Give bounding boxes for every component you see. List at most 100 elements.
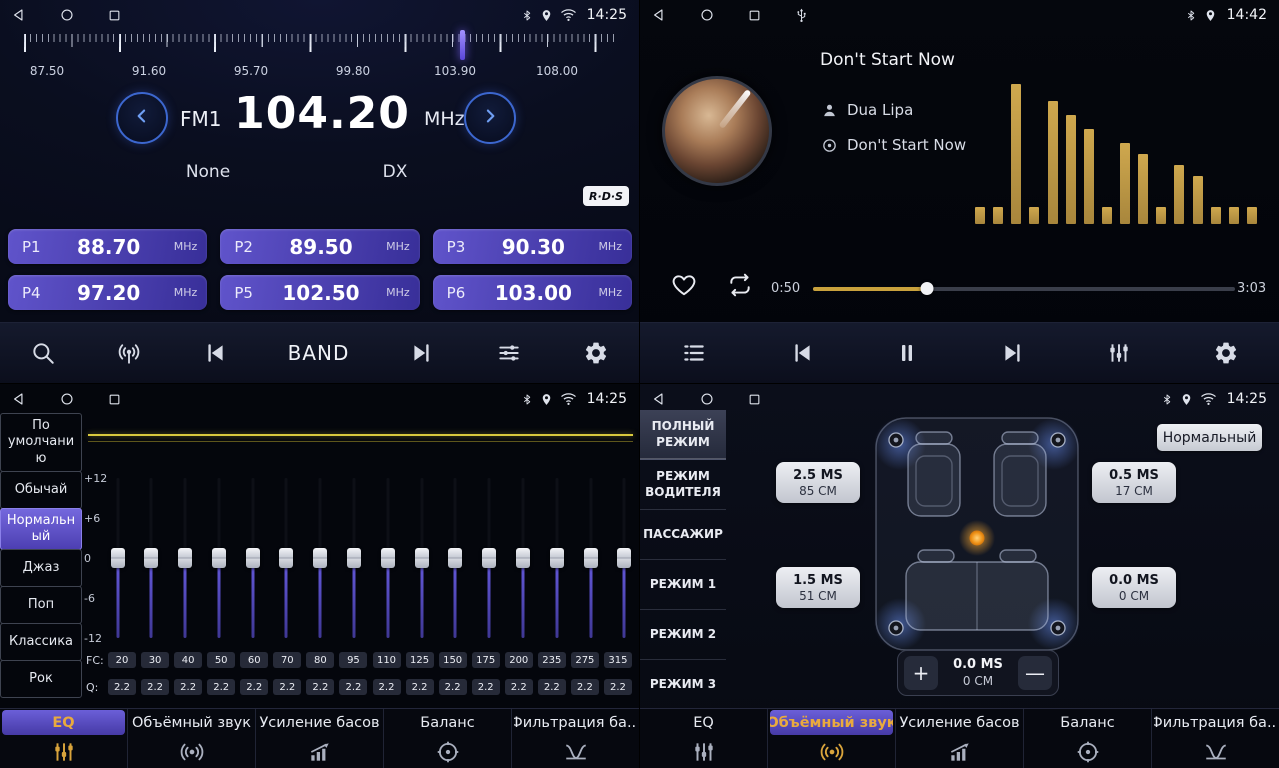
slider-handle[interactable] [279, 548, 293, 568]
q-value-chip[interactable]: 2.2 [505, 679, 533, 695]
nav-recents-icon[interactable] [108, 9, 121, 22]
q-value-chip[interactable]: 2.2 [538, 679, 566, 695]
radio-preset-button[interactable]: P497.20MHz [8, 275, 207, 310]
slider-handle[interactable] [178, 548, 192, 568]
q-value-chip[interactable]: 2.2 [207, 679, 235, 695]
q-value-chip[interactable]: 2.2 [406, 679, 434, 695]
eq-preset-item[interactable]: Классика [0, 623, 82, 661]
stage-mode-item[interactable]: РЕЖИМ 1 [640, 560, 726, 610]
nav-back-icon[interactable] [652, 8, 666, 22]
progress-thumb[interactable] [920, 282, 933, 295]
q-value-chip[interactable]: 2.2 [273, 679, 301, 695]
delay-front-left[interactable]: 2.5 MS 85 CM [776, 462, 860, 503]
eq-band-slider[interactable] [380, 478, 395, 638]
pause-icon[interactable] [895, 340, 919, 366]
tab-surround[interactable]: Объёмный звук [127, 709, 255, 768]
q-value-chip[interactable]: 2.2 [240, 679, 268, 695]
eq-preset-item[interactable]: Джаз [0, 549, 82, 587]
q-value-chip[interactable]: 2.2 [571, 679, 599, 695]
tab-bass-boost[interactable]: Усиление басов [895, 709, 1023, 768]
stage-mode-item[interactable]: ПОЛНЫЙ РЕЖИМ [640, 410, 726, 460]
eq-band-slider[interactable] [110, 478, 125, 638]
nav-home-icon[interactable] [60, 8, 74, 22]
radio-preset-button[interactable]: P6103.00MHz [433, 275, 632, 310]
nav-recents-icon[interactable] [748, 9, 761, 22]
q-value-chip[interactable]: 2.2 [604, 679, 632, 695]
slider-handle[interactable] [415, 548, 429, 568]
fc-value-chip[interactable]: 95 [339, 652, 367, 668]
fc-value-chip[interactable]: 50 [207, 652, 235, 668]
nav-recents-icon[interactable] [108, 393, 121, 406]
nav-home-icon[interactable] [60, 392, 74, 406]
radio-preset-button[interactable]: P289.50MHz [220, 229, 419, 264]
slider-handle[interactable] [381, 548, 395, 568]
decrease-button[interactable]: — [1018, 656, 1052, 690]
eq-band-slider[interactable] [583, 478, 598, 638]
q-value-chip[interactable]: 2.2 [439, 679, 467, 695]
band-button[interactable]: BAND [288, 341, 350, 365]
q-value-chip[interactable]: 2.2 [306, 679, 334, 695]
seek-down-button[interactable] [116, 92, 168, 144]
slider-handle[interactable] [448, 548, 462, 568]
slider-handle[interactable] [246, 548, 260, 568]
stage-mode-item[interactable]: РЕЖИМ ВОДИТЕЛЯ [640, 460, 726, 510]
slider-handle[interactable] [584, 548, 598, 568]
tab-bass-boost[interactable]: Усиление басов [255, 709, 383, 768]
tab-eq-sliders[interactable]: EQ [640, 709, 767, 768]
radio-preset-button[interactable]: P390.30MHz [433, 229, 632, 264]
favorite-heart-icon[interactable] [670, 272, 698, 302]
scan-broadcast-icon[interactable] [116, 340, 142, 366]
eq-band-slider[interactable] [448, 478, 463, 638]
nav-back-icon[interactable] [12, 8, 26, 22]
eq-band-slider[interactable] [245, 478, 260, 638]
eq-band-slider[interactable] [482, 478, 497, 638]
skip-next-icon[interactable] [409, 340, 435, 366]
delay-front-right[interactable]: 0.5 MS 17 CM [1092, 462, 1176, 503]
eq-band-slider[interactable] [211, 478, 226, 638]
radio-preset-button[interactable]: P188.70MHz [8, 229, 207, 264]
progress-bar[interactable] [813, 287, 1235, 291]
eq-band-slider[interactable] [414, 478, 429, 638]
slider-handle[interactable] [516, 548, 530, 568]
stage-mode-item[interactable]: РЕЖИМ 3 [640, 660, 726, 710]
search-icon[interactable] [30, 340, 56, 366]
repeat-icon[interactable] [726, 272, 754, 302]
mixer-icon[interactable] [495, 340, 523, 366]
eq-sliders-icon[interactable] [1106, 340, 1132, 366]
stage-mode-item[interactable]: ПАССАЖИР [640, 510, 726, 560]
nav-home-icon[interactable] [700, 392, 714, 406]
fc-value-chip[interactable]: 315 [604, 652, 632, 668]
fc-value-chip[interactable]: 70 [273, 652, 301, 668]
eq-band-slider[interactable] [313, 478, 328, 638]
radio-preset-button[interactable]: P5102.50MHz [220, 275, 419, 310]
fc-value-chip[interactable]: 175 [472, 652, 500, 668]
slider-handle[interactable] [550, 548, 564, 568]
nav-back-icon[interactable] [652, 392, 666, 406]
q-value-chip[interactable]: 2.2 [472, 679, 500, 695]
q-value-chip[interactable]: 2.2 [141, 679, 169, 695]
fc-value-chip[interactable]: 40 [174, 652, 202, 668]
nav-recents-icon[interactable] [748, 393, 761, 406]
stage-mode-item[interactable]: РЕЖИМ 2 [640, 610, 726, 660]
tab-filter[interactable]: Фильтрация ба... [1151, 709, 1279, 768]
tab-balance[interactable]: Баланс [383, 709, 511, 768]
fc-value-chip[interactable]: 20 [108, 652, 136, 668]
eq-preset-item[interactable]: Поп [0, 586, 82, 624]
fc-value-chip[interactable]: 235 [538, 652, 566, 668]
settings-gear-icon[interactable] [583, 340, 609, 366]
eq-preset-item[interactable]: Рок [0, 660, 82, 698]
eq-band-slider[interactable] [279, 478, 294, 638]
q-value-chip[interactable]: 2.2 [108, 679, 136, 695]
increase-button[interactable]: + [904, 656, 938, 690]
eq-preset-item[interactable]: Нормальный [0, 508, 82, 551]
fc-value-chip[interactable]: 80 [306, 652, 334, 668]
skip-previous-icon[interactable] [789, 340, 815, 366]
q-value-chip[interactable]: 2.2 [339, 679, 367, 695]
mode-badge[interactable]: Нормальный [1157, 424, 1262, 451]
skip-previous-icon[interactable] [202, 340, 228, 366]
fc-value-chip[interactable]: 30 [141, 652, 169, 668]
tab-eq-sliders[interactable]: EQ [0, 709, 127, 768]
tab-balance[interactable]: Баланс [1023, 709, 1151, 768]
seek-up-button[interactable] [464, 92, 516, 144]
eq-band-slider[interactable] [347, 478, 362, 638]
